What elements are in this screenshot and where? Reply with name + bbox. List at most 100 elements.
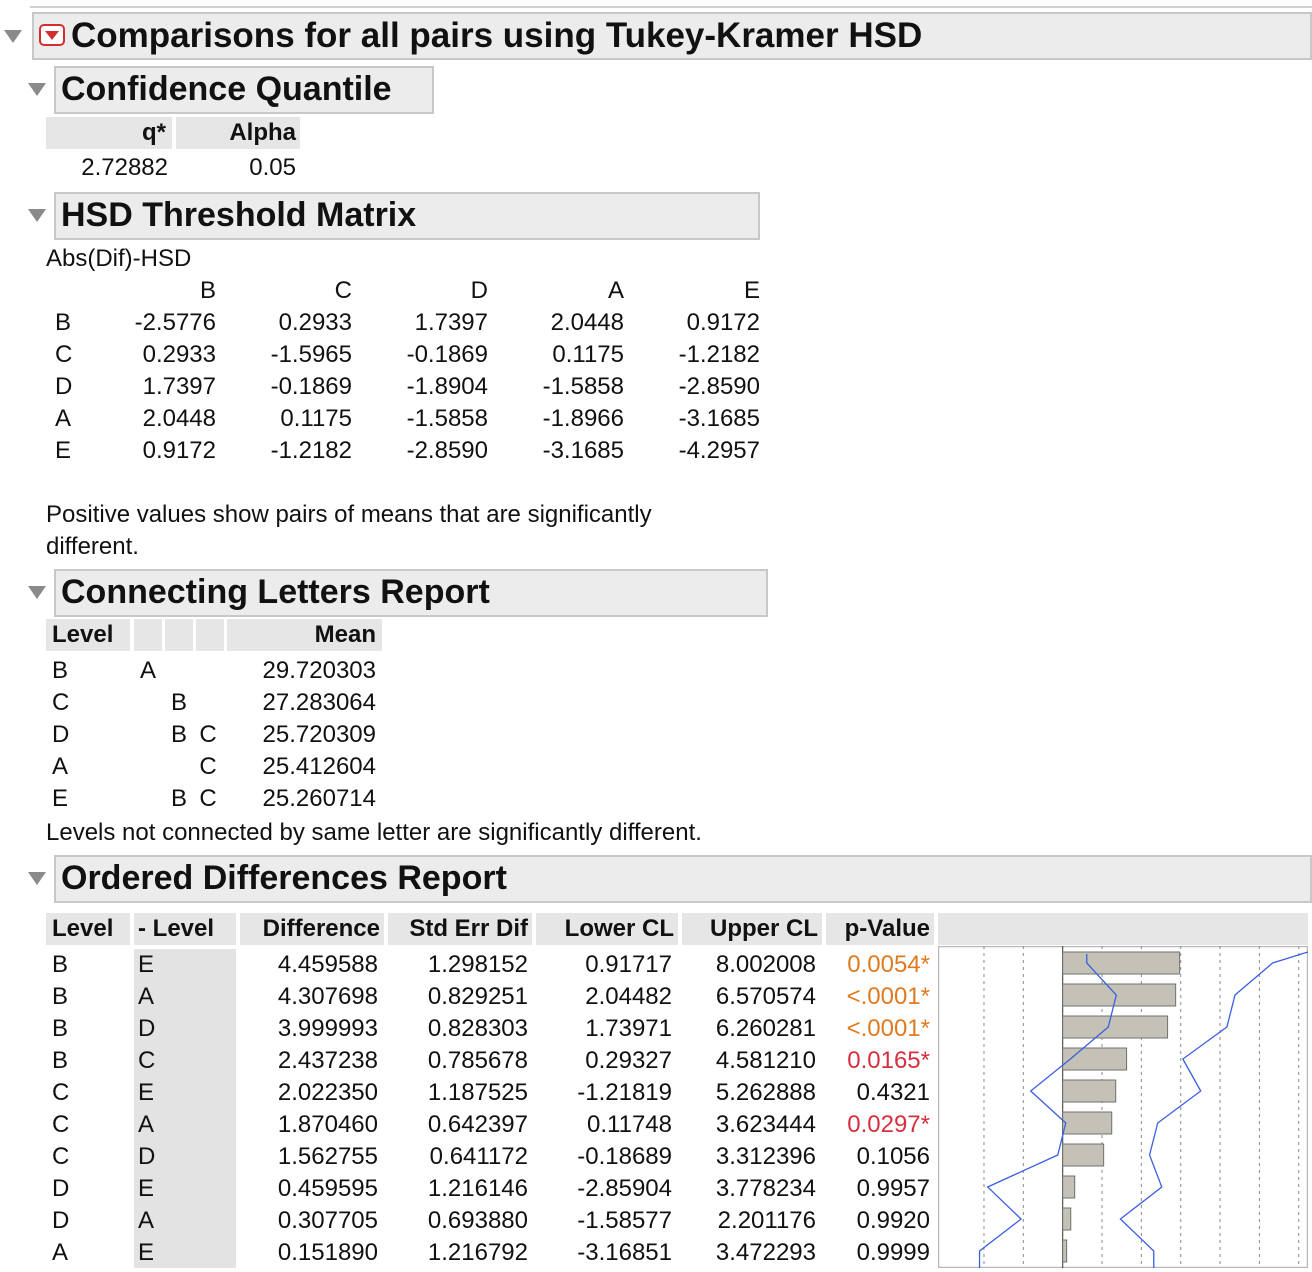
hsd-cell: -3.1685 bbox=[542, 437, 624, 464]
odr-level: A bbox=[52, 1239, 69, 1266]
clr-letter bbox=[165, 752, 193, 782]
odr-uppercl: 6.570574 bbox=[715, 983, 816, 1010]
hsd-cell: 1.7397 bbox=[414, 309, 488, 336]
odr-col-lowercl: Lower CL bbox=[536, 913, 678, 945]
odr-difference: 2.022350 bbox=[277, 1079, 378, 1106]
odr-minus-level: E bbox=[138, 1239, 155, 1266]
odr-uppercl: 3.472293 bbox=[715, 1239, 816, 1266]
odr-stderr: 0.642397 bbox=[427, 1111, 528, 1138]
clr-col-level: Level bbox=[46, 619, 130, 651]
odr-difference: 0.307705 bbox=[277, 1207, 378, 1234]
hsd-cell: -4.2957 bbox=[678, 437, 760, 464]
hsd-cell: -1.8966 bbox=[542, 405, 624, 432]
clr-level: D bbox=[52, 721, 70, 748]
clr-col-letter1 bbox=[134, 619, 162, 651]
clr-letter: C bbox=[199, 721, 217, 748]
odr-level: C bbox=[52, 1143, 70, 1170]
odr-pvalue: <.0001* bbox=[846, 983, 930, 1010]
clr-mean: 25.720309 bbox=[262, 721, 376, 748]
hsd-col-header: C bbox=[334, 277, 352, 304]
cq-alpha-value: 0.05 bbox=[249, 154, 296, 181]
disclosure-triangle-hsd[interactable] bbox=[28, 209, 46, 222]
cq-col-alpha: Alpha bbox=[176, 117, 300, 149]
odr-stderr: 1.216792 bbox=[427, 1239, 528, 1266]
odr-lowercl: 0.11748 bbox=[587, 1111, 672, 1138]
odr-minus-level: D bbox=[138, 1143, 156, 1170]
hsd-cell: -1.8904 bbox=[406, 373, 488, 400]
odr-col-stderr: Std Err Dif bbox=[388, 913, 532, 945]
odr-difference: 1.562755 bbox=[277, 1143, 378, 1170]
odr-lowercl: 1.73971 bbox=[585, 1015, 672, 1042]
odr-minus-level: E bbox=[138, 1175, 155, 1202]
odr-minus-level: A bbox=[138, 1207, 155, 1234]
clr-letter: C bbox=[199, 785, 217, 812]
odr-level: B bbox=[52, 1047, 69, 1074]
odr-col-difference: Difference bbox=[240, 913, 384, 945]
hsd-col-header: D bbox=[470, 277, 488, 304]
difference-bar bbox=[1062, 951, 1181, 975]
odr-difference: 4.307698 bbox=[277, 983, 378, 1010]
odr-lowercl: -2.85904 bbox=[577, 1175, 672, 1202]
odr-pvalue: <.0001* bbox=[846, 1015, 930, 1042]
disclosure-triangle-main[interactable] bbox=[4, 30, 22, 43]
hsd-cell: 0.2933 bbox=[142, 341, 216, 368]
hsd-cell: 0.1175 bbox=[552, 341, 624, 368]
clr-heading: Connecting Letters Report bbox=[61, 573, 490, 611]
clr-note: Levels not connected by same letter are … bbox=[46, 819, 702, 846]
odr-pvalue: 0.4321 bbox=[856, 1079, 930, 1106]
hsd-cell: 0.9172 bbox=[142, 437, 216, 464]
clr-level: A bbox=[52, 753, 69, 780]
hsd-row-label: E bbox=[55, 437, 72, 464]
odr-minus-level: A bbox=[138, 983, 155, 1010]
odr-minus-level: C bbox=[138, 1047, 156, 1074]
cq-q-value: 2.72882 bbox=[81, 154, 168, 181]
disclosure-triangle-clr[interactable] bbox=[28, 586, 46, 599]
odr-lowercl: 0.91717 bbox=[585, 951, 672, 978]
odr-col-plot bbox=[938, 913, 1308, 945]
odr-level: D bbox=[52, 1175, 70, 1202]
hsd-cell: -1.5965 bbox=[270, 341, 352, 368]
odr-stderr: 1.216146 bbox=[427, 1175, 528, 1202]
hsd-cell: -1.5858 bbox=[542, 373, 624, 400]
odr-stderr: 1.187525 bbox=[427, 1079, 528, 1106]
odr-minus-level: D bbox=[138, 1015, 156, 1042]
hsd-subtitle: Abs(Dif)-HSD bbox=[46, 245, 192, 272]
clr-letter: B bbox=[170, 689, 187, 716]
clr-col-letter2 bbox=[165, 619, 193, 651]
hsd-note: Positive values show pairs of means that… bbox=[46, 501, 652, 528]
hsd-row-label: A bbox=[55, 405, 72, 432]
red-menu-icon[interactable] bbox=[39, 24, 65, 46]
clr-level: C bbox=[52, 689, 70, 716]
odr-heading: Ordered Differences Report bbox=[61, 859, 507, 897]
odr-pvalue: 0.9957 bbox=[856, 1175, 930, 1202]
hsd-row-label: D bbox=[55, 373, 73, 400]
odr-level: C bbox=[52, 1111, 70, 1138]
odr-stderr: 0.828303 bbox=[427, 1015, 528, 1042]
clr-letter: C bbox=[199, 753, 217, 780]
top-separator bbox=[30, 0, 1312, 8]
odr-pvalue: 0.9999 bbox=[856, 1239, 930, 1266]
odr-col-minus-level: - Level bbox=[134, 913, 236, 945]
clr-letter: B bbox=[170, 785, 187, 812]
clr-mean: 25.412604 bbox=[262, 753, 376, 780]
hsd-col-header: A bbox=[607, 277, 624, 304]
hsd-cell: 2.0448 bbox=[142, 405, 216, 432]
hsd-row-label: B bbox=[55, 309, 72, 336]
hsd-heading: HSD Threshold Matrix bbox=[61, 196, 417, 234]
odr-uppercl: 3.623444 bbox=[715, 1111, 816, 1138]
odr-difference: 3.999993 bbox=[277, 1015, 378, 1042]
odr-minus-level: E bbox=[138, 1079, 155, 1106]
clr-letter bbox=[134, 752, 162, 782]
odr-stderr: 0.693880 bbox=[427, 1207, 528, 1234]
odr-pvalue: 0.0297* bbox=[847, 1111, 930, 1138]
difference-bar bbox=[1062, 1239, 1068, 1263]
hsd-row-label: C bbox=[55, 341, 73, 368]
odr-difference: 0.151890 bbox=[277, 1239, 378, 1266]
disclosure-triangle-odr[interactable] bbox=[28, 872, 46, 885]
hsd-cell: 0.9172 bbox=[686, 309, 760, 336]
disclosure-triangle-cq[interactable] bbox=[28, 83, 46, 96]
difference-bar bbox=[1062, 1143, 1105, 1167]
odr-uppercl: 3.778234 bbox=[715, 1175, 816, 1202]
ordered-differences-plot bbox=[938, 946, 1308, 1268]
hsd-cell: 1.7397 bbox=[142, 373, 216, 400]
